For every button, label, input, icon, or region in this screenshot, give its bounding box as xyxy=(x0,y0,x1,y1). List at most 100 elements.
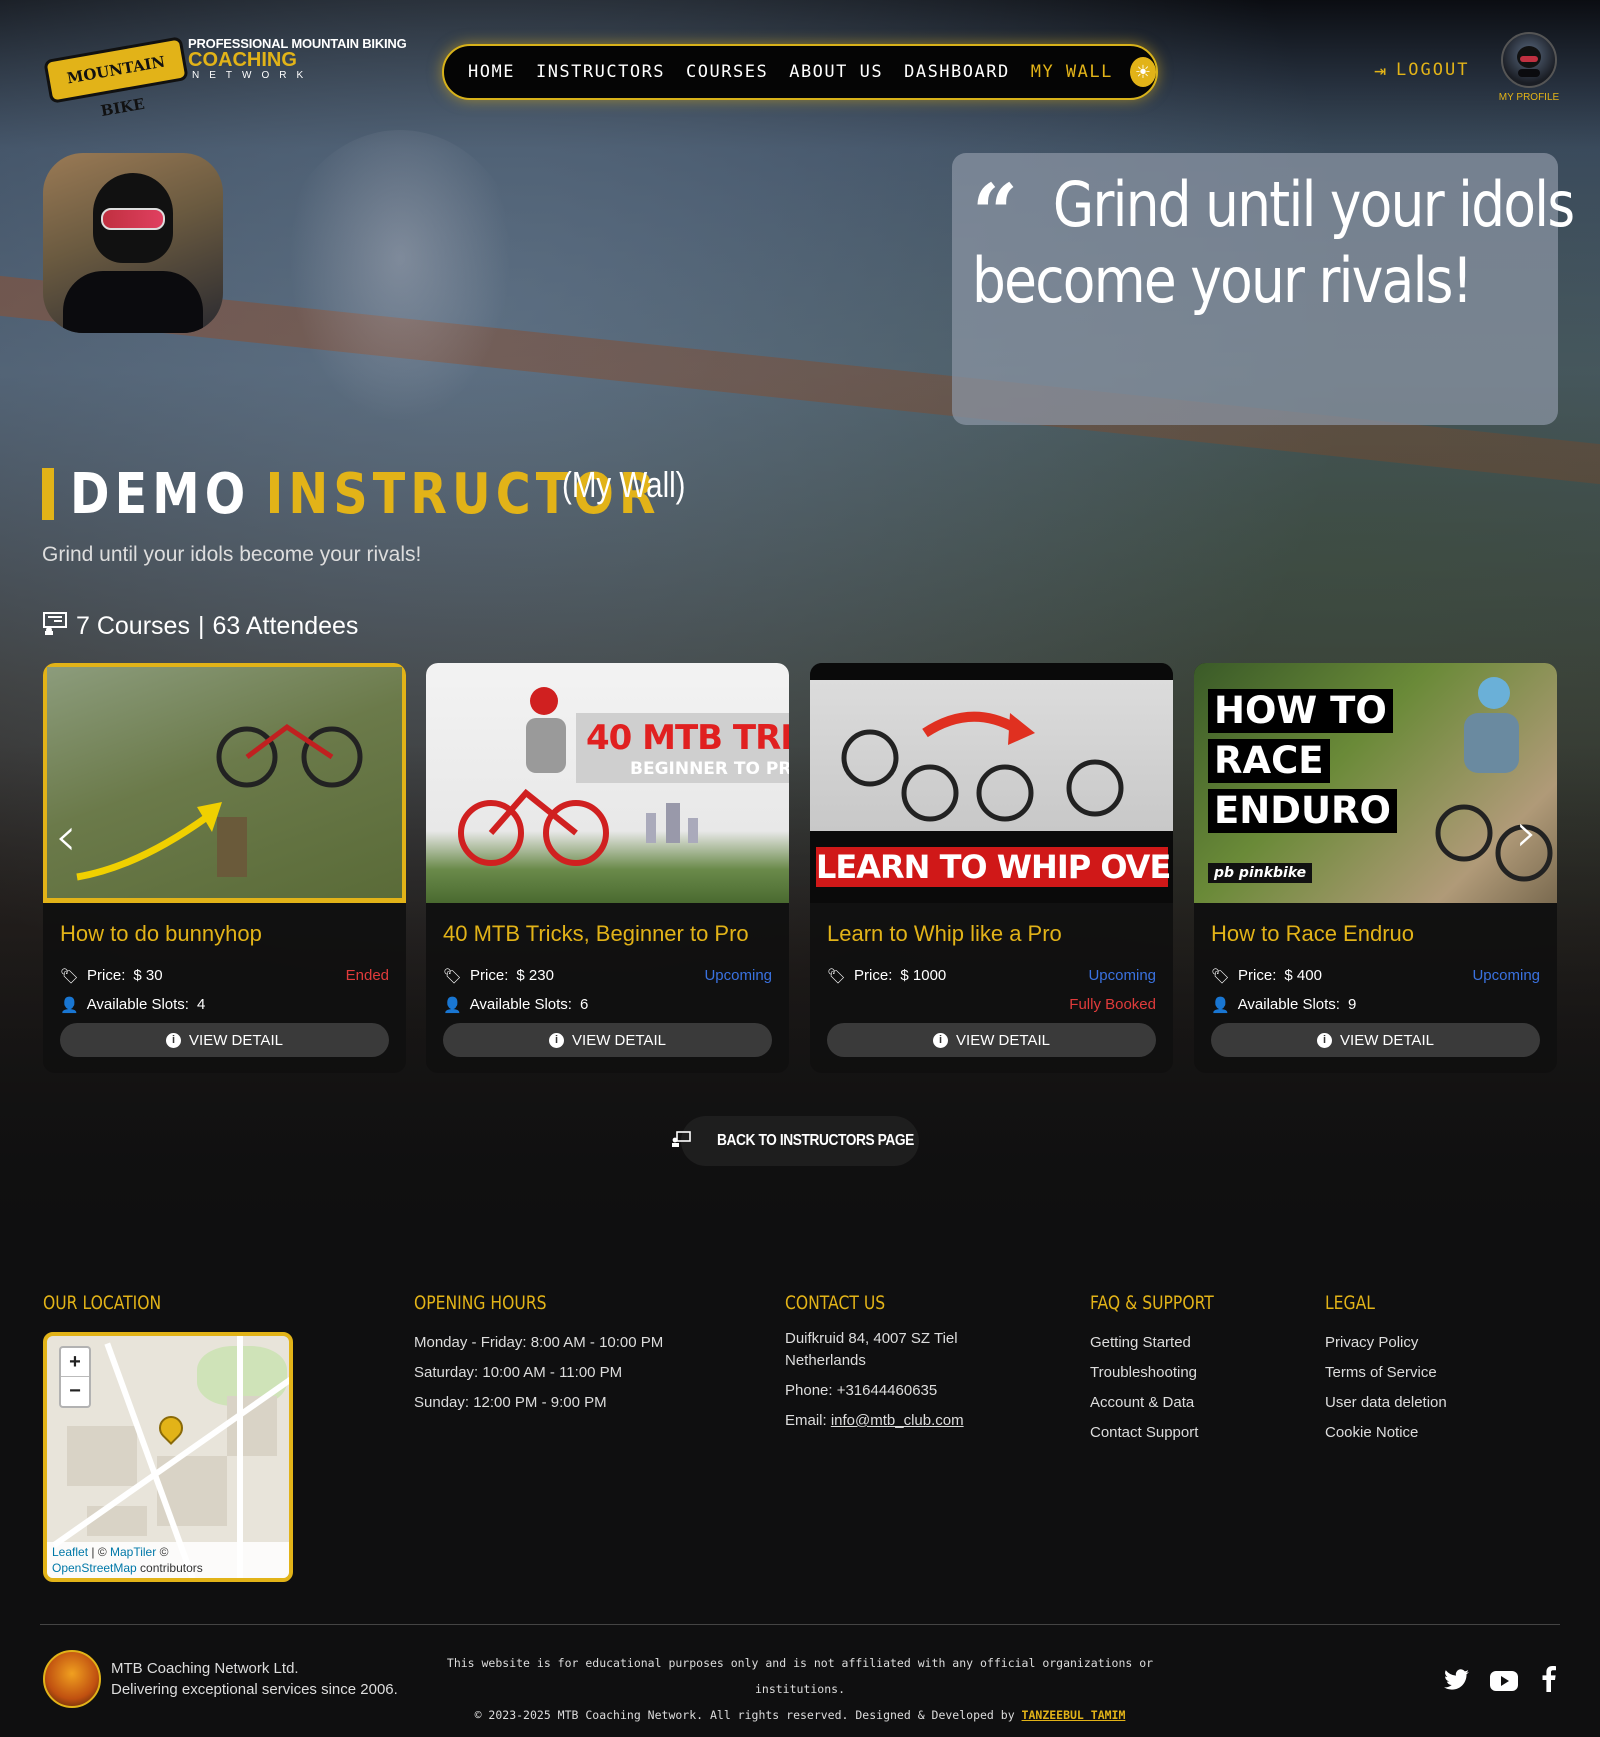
footer-heading: OUR LOCATION xyxy=(43,1292,162,1314)
faq-link[interactable]: Account & Data xyxy=(1090,1388,1241,1418)
map-pin-icon[interactable] xyxy=(154,1411,188,1445)
faq-link[interactable]: Contact Support xyxy=(1090,1418,1241,1448)
instructor-stats: 7 Courses | 63 Attendees xyxy=(42,611,358,642)
view-detail-button[interactable]: i VIEW DETAIL xyxy=(443,1023,772,1057)
logout-button[interactable]: ⇥ LOGOUT xyxy=(1374,58,1469,82)
course-card[interactable]: 40 MTB TRIC BEGINNER TO PR 40 MTB Tricks… xyxy=(426,663,789,1073)
footer-brand: MTB Coaching Network Ltd. Delivering exc… xyxy=(43,1650,398,1708)
view-detail-button[interactable]: i VIEW DETAIL xyxy=(60,1023,389,1057)
course-thumbnail[interactable]: 40 MTB TRIC BEGINNER TO PR xyxy=(426,663,789,903)
user-plus-icon: 👤 xyxy=(1211,996,1230,1014)
contact-email-line: Email: info@mtb_club.com xyxy=(785,1406,964,1436)
attribution-end: contributors xyxy=(136,1561,203,1575)
thumbnail-caption: 40 MTB TRIC xyxy=(586,718,789,758)
user-plus-icon: 👤 xyxy=(443,996,462,1014)
legal-link[interactable]: Cookie Notice xyxy=(1325,1418,1447,1448)
map-zoom-control: + − xyxy=(59,1346,91,1408)
nav-about-us[interactable]: ABOUT US xyxy=(789,62,883,82)
maptiler-link[interactable]: MapTiler xyxy=(110,1545,156,1559)
price-value: $ 30 xyxy=(133,967,163,984)
legal-link[interactable]: Privacy Policy xyxy=(1325,1328,1447,1358)
hero-rider-image xyxy=(270,130,530,450)
thumbnail-caption: HOW TO xyxy=(1208,689,1393,733)
course-card[interactable]: LEARN TO WHIP OVER 40 Learn to Whip like… xyxy=(810,663,1173,1073)
course-title[interactable]: How to Race Endruo xyxy=(1211,921,1540,947)
nav-dashboard[interactable]: DASHBOARD xyxy=(904,62,1010,82)
copyright: © 2023-2025 MTB Coaching Network. All ri… xyxy=(474,1708,1022,1722)
youtube-icon[interactable] xyxy=(1490,1667,1518,1698)
footer-heading: OPENING HOURS xyxy=(414,1292,547,1314)
disclaimer: This website is for educational purposes… xyxy=(446,1656,1154,1696)
instructor-first-name: DEMO xyxy=(70,462,251,527)
course-card[interactable]: HOW TO RACE ENDURO pb pinkbike › How to … xyxy=(1194,663,1557,1073)
email-link[interactable]: info@mtb_club.com xyxy=(831,1412,964,1429)
hours-line: Saturday: 10:00 AM - 11:00 PM xyxy=(414,1364,623,1381)
thumbnail-caption: BEGINNER TO PR xyxy=(630,759,789,779)
email-label: Email: xyxy=(785,1412,831,1429)
nav-my-wall[interactable]: MY WALL xyxy=(1031,62,1113,82)
courses-carousel: ‹ How to do bunnyhop 🏷 Price: $ 30 Ended 👤… xyxy=(43,663,1557,1073)
course-title[interactable]: Learn to Whip like a Pro xyxy=(827,921,1156,947)
fully-booked-label: Fully Booked xyxy=(1069,996,1156,1013)
view-detail-button[interactable]: i VIEW DETAIL xyxy=(827,1023,1156,1057)
view-detail-label: VIEW DETAIL xyxy=(572,1031,666,1049)
slots-label: Available Slots: xyxy=(1237,996,1340,1013)
back-to-instructors-button[interactable]: BACK TO INSTRUCTORS PAGE xyxy=(671,1116,919,1166)
footer-heading: LEGAL xyxy=(1325,1292,1375,1314)
view-detail-label: VIEW DETAIL xyxy=(1340,1031,1434,1049)
view-detail-button[interactable]: i VIEW DETAIL xyxy=(1211,1023,1540,1057)
course-card[interactable]: ‹ How to do bunnyhop 🏷 Price: $ 30 Ended 👤… xyxy=(43,663,406,1073)
footer-legal: LEGAL Privacy Policy Terms of Service Us… xyxy=(1325,1292,1447,1448)
legal-link[interactable]: User data deletion xyxy=(1325,1388,1447,1418)
my-profile-link[interactable]: MY PROFILE xyxy=(1498,32,1560,103)
course-title[interactable]: How to do bunnyhop xyxy=(60,921,389,947)
price-tag-icon: 🏷 xyxy=(60,967,80,985)
price-value: $ 1000 xyxy=(900,967,947,984)
site-logo[interactable]: MOUNTAIN BIKE PROFESSIONAL MOUNTAIN BIKI… xyxy=(42,36,422,120)
main-nav: HOME INSTRUCTORS COURSES ABOUT US DASHBO… xyxy=(442,44,1158,100)
footer-heading: FAQ & SUPPORT xyxy=(1090,1292,1214,1314)
osm-link[interactable]: OpenStreetMap xyxy=(52,1561,137,1575)
sun-icon[interactable]: ☀ xyxy=(1129,57,1156,87)
nav-home[interactable]: HOME xyxy=(468,62,515,82)
info-icon: i xyxy=(1317,1032,1333,1048)
zoom-out-button[interactable]: − xyxy=(61,1377,89,1406)
quote-text: Grind until your idols become your rival… xyxy=(972,168,1575,317)
quote-box: “ Grind until your idols become your riv… xyxy=(952,153,1575,425)
twitter-icon[interactable] xyxy=(1444,1667,1470,1698)
zoom-in-button[interactable]: + xyxy=(61,1348,89,1377)
view-detail-label: VIEW DETAIL xyxy=(956,1031,1050,1049)
carousel-next-arrow[interactable]: › xyxy=(1516,803,1546,863)
course-thumbnail[interactable]: ‹ xyxy=(43,663,406,903)
slots-label: Available Slots: xyxy=(86,996,189,1013)
thumbnail-caption: LEARN TO WHIP OVER 40 xyxy=(816,847,1173,887)
course-title[interactable]: 40 MTB Tricks, Beginner to Pro xyxy=(443,921,772,947)
instructor-photo xyxy=(43,153,223,333)
brand-tagline: Delivering exceptional services since 20… xyxy=(111,1681,398,1698)
nav-courses[interactable]: COURSES xyxy=(686,62,768,82)
location-map[interactable]: + − Leaflet | © MapTiler © OpenStreetMap… xyxy=(43,1332,293,1582)
course-thumbnail[interactable]: LEARN TO WHIP OVER 40 xyxy=(810,663,1173,903)
course-thumbnail[interactable]: HOW TO RACE ENDURO pb pinkbike › xyxy=(1194,663,1557,903)
chalkboard-teacher-icon xyxy=(671,1130,691,1152)
logo-badge: MOUNTAIN BIKE xyxy=(43,36,189,120)
leaflet-link[interactable]: Leaflet xyxy=(52,1545,88,1559)
facebook-icon[interactable] xyxy=(1536,1666,1562,1699)
hours-line: Sunday: 12:00 PM - 9:00 PM xyxy=(414,1394,607,1411)
nav-instructors[interactable]: INSTRUCTORS xyxy=(536,62,665,82)
info-icon: i xyxy=(166,1032,182,1048)
faq-link[interactable]: Troubleshooting xyxy=(1090,1358,1241,1388)
attribution-sep: | © xyxy=(88,1545,110,1559)
slots-label: Available Slots: xyxy=(469,996,572,1013)
faq-link[interactable]: Getting Started xyxy=(1090,1328,1241,1358)
footer-divider xyxy=(40,1624,1560,1625)
footer-heading: CONTACT US xyxy=(785,1292,886,1314)
course-thumbnail-image: 40 MTB TRIC BEGINNER TO PR xyxy=(426,663,789,903)
carousel-prev-arrow[interactable]: ‹ xyxy=(55,807,85,867)
developer-link[interactable]: TANZEEBUL TAMIM xyxy=(1022,1708,1126,1722)
legal-link[interactable]: Terms of Service xyxy=(1325,1358,1447,1388)
attribution-sep: © xyxy=(156,1545,169,1559)
hours-line: Monday - Friday: 8:00 AM - 10:00 PM xyxy=(414,1334,664,1351)
price-tag-icon: 🏷 xyxy=(443,967,463,985)
logo-line2: COACHING xyxy=(188,49,297,71)
